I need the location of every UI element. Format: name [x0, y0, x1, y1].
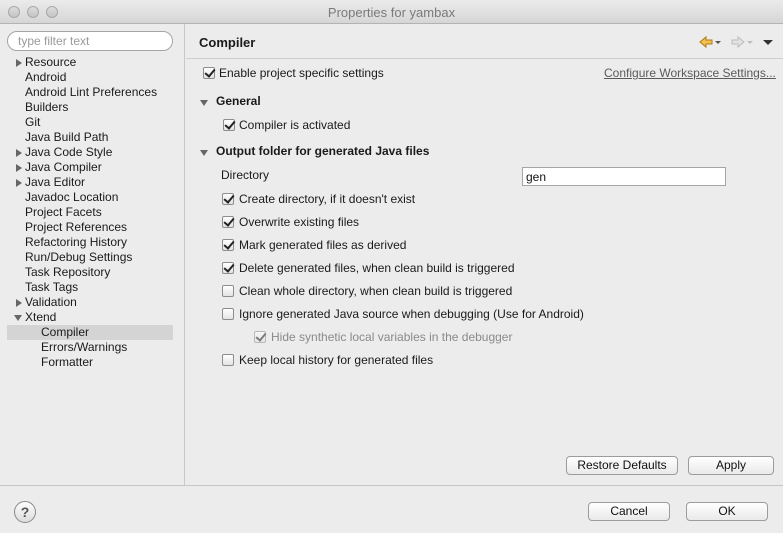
- tree-item-label: Compiler: [41, 325, 90, 339]
- collapse-output-icon[interactable]: [200, 150, 208, 156]
- tree-item-label: Javadoc Location: [25, 190, 119, 204]
- tree-item-refactoring-history[interactable]: Refactoring History: [25, 235, 127, 250]
- navigation-icons: [699, 35, 773, 49]
- create-directory-label: Create directory, if it doesn't exist: [239, 192, 416, 206]
- create-directory-checkbox[interactable]: [222, 193, 234, 205]
- page-title: Compiler: [199, 35, 256, 50]
- navigation-pane: Resource Android Android Lint Preference…: [0, 24, 185, 485]
- tree-item-javadoc-location[interactable]: Javadoc Location: [25, 190, 118, 205]
- tree-item-label: Git: [25, 115, 41, 129]
- tree-item-label: Java Editor: [25, 175, 86, 189]
- tree-item-compiler[interactable]: Compiler: [7, 325, 173, 340]
- tree-item-label: Project References: [25, 220, 128, 234]
- header-divider: [186, 58, 783, 59]
- hide-synthetic-label: Hide synthetic local variables in the de…: [271, 330, 513, 344]
- history-navigation: [698, 34, 778, 50]
- view-menu-icon[interactable]: [763, 40, 773, 45]
- clean-directory-checkbox[interactable]: [222, 285, 234, 297]
- tree-item-builders[interactable]: Builders: [25, 100, 68, 115]
- tree-item-android[interactable]: Android: [25, 70, 66, 85]
- tree-item-label: Project Facets: [25, 205, 102, 219]
- tree-item-task-tags[interactable]: Task Tags: [25, 280, 78, 295]
- output-section-title[interactable]: Output folder for generated Java files: [216, 144, 429, 159]
- keep-history-checkbox[interactable]: [222, 354, 234, 366]
- tree-item-label: Refactoring History: [25, 235, 128, 249]
- apply-button[interactable]: Apply: [688, 456, 774, 475]
- tree-item-errors-warnings[interactable]: Errors/Warnings: [41, 340, 127, 355]
- restore-defaults-button[interactable]: Restore Defaults: [566, 456, 678, 475]
- tree-item-android-lint-preferences[interactable]: Android Lint Preferences: [25, 85, 157, 100]
- tree-item-label: Task Tags: [25, 280, 79, 294]
- title-bar: Properties for yambax: [0, 0, 783, 24]
- general-section-title[interactable]: General: [216, 94, 261, 109]
- expand-arrow-icon[interactable]: [16, 59, 22, 67]
- tree-item-java-build-path[interactable]: Java Build Path: [25, 130, 108, 145]
- cancel-button[interactable]: Cancel: [588, 502, 670, 521]
- compiler-activated-label: Compiler is activated: [239, 118, 351, 132]
- window-title: Properties for yambax: [327, 5, 456, 20]
- tree-item-task-repository[interactable]: Task Repository: [25, 265, 110, 280]
- delete-generated-label: Delete generated files, when clean build…: [239, 261, 515, 275]
- mark-derived-checkbox[interactable]: [222, 239, 234, 251]
- property-page: Compiler Enable project specific setting…: [186, 24, 783, 485]
- tree-item-label: Task Repository: [25, 265, 111, 279]
- directory-input[interactable]: [522, 167, 726, 186]
- expand-arrow-icon[interactable]: [16, 299, 22, 307]
- ignore-generated-label: Ignore generated Java source when debugg…: [239, 307, 584, 321]
- configure-workspace-link[interactable]: Configure Workspace Settings...: [604, 66, 776, 81]
- dialog-footer: ? Cancel OK: [0, 486, 783, 533]
- keep-history-label: Keep local history for generated files: [239, 353, 434, 367]
- tree-item-project-references[interactable]: Project References: [25, 220, 127, 235]
- collapse-general-icon[interactable]: [200, 100, 208, 106]
- tree-item-formatter[interactable]: Formatter: [41, 355, 93, 370]
- tree-item-label: Android: [25, 70, 67, 84]
- tree-item-project-facets[interactable]: Project Facets: [25, 205, 102, 220]
- tree-item-label: Java Compiler: [25, 160, 102, 174]
- tree-item-run-debug-settings[interactable]: Run/Debug Settings: [25, 250, 132, 265]
- compiler-activated-checkbox[interactable]: [223, 119, 235, 131]
- tree-item-label: Formatter: [41, 355, 94, 369]
- tree-item-label: Validation: [25, 295, 77, 309]
- enable-project-settings-label: Enable project specific settings: [219, 66, 384, 80]
- ok-button[interactable]: OK: [686, 502, 768, 521]
- back-arrow-icon[interactable]: [699, 35, 721, 49]
- overwrite-files-label: Overwrite existing files: [239, 215, 360, 229]
- clean-directory-label: Clean whole directory, when clean build …: [239, 284, 513, 298]
- hide-synthetic-checkbox: [254, 331, 266, 343]
- tree-item-label: Android Lint Preferences: [25, 85, 158, 99]
- expand-arrow-icon[interactable]: [16, 164, 22, 172]
- tree-item-label: Xtend: [25, 310, 57, 324]
- help-icon[interactable]: ?: [14, 501, 36, 523]
- tree-item-git[interactable]: Git: [25, 115, 40, 130]
- expand-arrow-icon[interactable]: [16, 179, 22, 187]
- delete-generated-checkbox[interactable]: [222, 262, 234, 274]
- ignore-generated-checkbox[interactable]: [222, 308, 234, 320]
- filter-input[interactable]: [7, 31, 173, 51]
- mark-derived-label: Mark generated files as derived: [239, 238, 407, 252]
- expand-arrow-icon[interactable]: [16, 149, 22, 157]
- tree-item-label: Java Build Path: [25, 130, 109, 144]
- forward-arrow-icon[interactable]: [731, 35, 753, 49]
- collapse-arrow-icon[interactable]: [14, 315, 22, 321]
- directory-label: Directory: [221, 168, 270, 182]
- tree-item-label: Java Code Style: [25, 145, 113, 159]
- tree-item-label: Run/Debug Settings: [25, 250, 133, 264]
- enable-project-settings-checkbox[interactable]: [203, 67, 215, 79]
- overwrite-files-checkbox[interactable]: [222, 216, 234, 228]
- tree-item-label: Builders: [25, 100, 69, 114]
- tree-item-label: Resource: [25, 55, 77, 69]
- tree-item-label: Errors/Warnings: [41, 340, 128, 354]
